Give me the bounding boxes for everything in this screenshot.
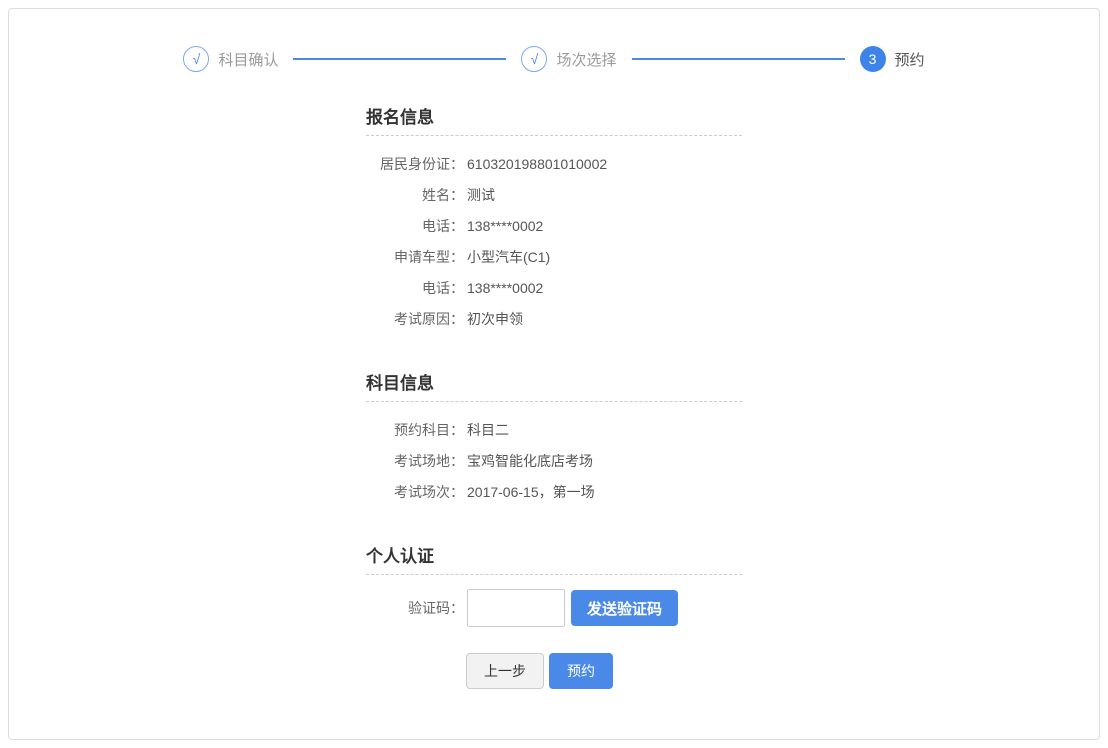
field-label: 姓名： — [366, 185, 464, 205]
previous-step-button[interactable]: 上一步 — [466, 653, 544, 689]
booking-wizard-page: √ 科目确认 √ 场次选择 3 预约 报名信息 居民身份证： 610320198… — [8, 8, 1100, 740]
info-row: 考试原因： 初次申领 — [366, 303, 742, 334]
field-value: 宝鸡智能化底店考场 — [467, 451, 593, 471]
field-value: 138****0002 — [467, 218, 543, 234]
step-number: 3 — [869, 51, 877, 67]
info-row: 预约科目： 科目二 — [366, 414, 742, 445]
info-row: 电话： 138****0002 — [366, 210, 742, 241]
content-column: 报名信息 居民身份证： 610320198801010002 姓名： 测试 电话… — [366, 108, 742, 689]
registration-rows: 居民身份证： 610320198801010002 姓名： 测试 电话： 138… — [366, 136, 742, 334]
field-label: 电话： — [366, 278, 464, 298]
section-subject-info: 科目信息 预约科目： 科目二 考试场地： 宝鸡智能化底店考场 考试场次： 201… — [366, 374, 742, 507]
step-1-check-icon: √ — [183, 46, 209, 72]
field-label: 考试场次： — [366, 482, 464, 502]
info-row: 考试场次： 2017-06-15，第一场 — [366, 476, 742, 507]
field-label: 申请车型： — [366, 247, 464, 267]
info-row: 姓名： 测试 — [366, 179, 742, 210]
field-label: 电话： — [366, 216, 464, 236]
field-value: 初次申领 — [467, 309, 523, 329]
section-personal-verification: 个人认证 验证码： 发送验证码 — [366, 547, 742, 627]
info-row: 电话： 138****0002 — [366, 272, 742, 303]
step-connector-line — [293, 58, 506, 60]
send-code-button[interactable]: 发送验证码 — [571, 590, 678, 626]
field-value: 测试 — [467, 185, 495, 205]
step-2-label: 场次选择 — [556, 49, 616, 70]
field-value: 科目二 — [467, 420, 509, 440]
verification-code-label: 验证码： — [366, 598, 464, 618]
field-label: 考试原因： — [366, 309, 464, 329]
info-row: 居民身份证： 610320198801010002 — [366, 148, 742, 179]
step-3-number-badge: 3 — [860, 46, 886, 72]
section-title: 科目信息 — [366, 374, 742, 402]
field-value: 小型汽车(C1) — [467, 247, 550, 267]
info-row: 申请车型： 小型汽车(C1) — [366, 241, 742, 272]
verification-code-row: 验证码： 发送验证码 — [366, 589, 742, 627]
info-row: 考试场地： 宝鸡智能化底店考场 — [366, 445, 742, 476]
field-value: 2017-06-15，第一场 — [467, 482, 595, 502]
check-icon: √ — [531, 51, 539, 67]
section-registration-info: 报名信息 居民身份证： 610320198801010002 姓名： 测试 电话… — [366, 108, 742, 334]
field-label: 居民身份证： — [366, 154, 464, 174]
section-title: 个人认证 — [366, 547, 742, 575]
check-icon: √ — [193, 51, 201, 67]
subject-rows: 预约科目： 科目二 考试场地： 宝鸡智能化底店考场 考试场次： 2017-06-… — [366, 402, 742, 507]
progress-stepper: √ 科目确认 √ 场次选择 3 预约 — [9, 9, 1099, 72]
step-connector-line — [632, 58, 845, 60]
field-value: 138****0002 — [467, 280, 543, 296]
book-appointment-button[interactable]: 预约 — [549, 653, 613, 689]
step-3-label: 预约 — [895, 49, 925, 70]
field-label: 预约科目： — [366, 420, 464, 440]
footer-buttons: 上一步 预约 — [466, 653, 742, 689]
section-title: 报名信息 — [366, 108, 742, 136]
verification-code-input[interactable] — [467, 589, 565, 627]
field-value: 610320198801010002 — [467, 156, 607, 172]
field-label: 考试场地： — [366, 451, 464, 471]
step-1-label: 科目确认 — [218, 49, 278, 70]
step-2-check-icon: √ — [521, 46, 547, 72]
